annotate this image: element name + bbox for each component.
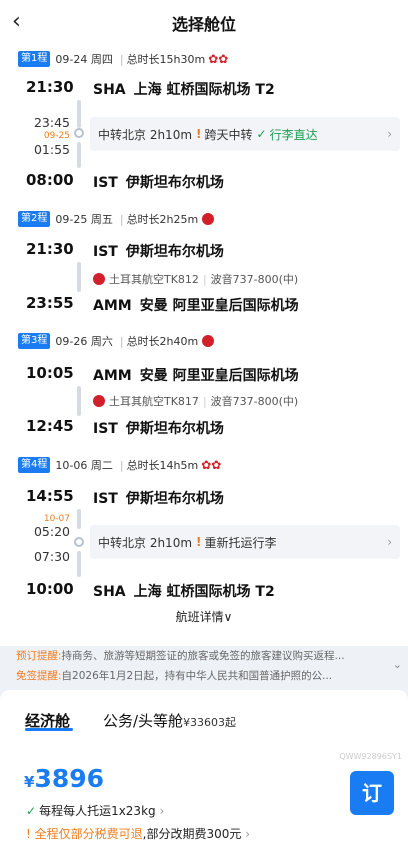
tab-business-first[interactable]: 公务/头等舱¥33603起 [103, 710, 236, 731]
turkish-airlines-logo-icon [93, 273, 105, 285]
air-china-logo-icon: ✿✿ [208, 52, 229, 66]
arrival-time: 10:00 [26, 580, 74, 598]
departure-airport: SHA 上海 虹桥国际机场 T2 [93, 82, 275, 98]
flight-info: 土耳其航空TK817 | 波音737-800(中) [93, 393, 298, 409]
departure-airport: IST 伊斯坦布尔机场 [93, 491, 224, 507]
route-line [77, 509, 81, 529]
segment-badge: 第4程 [18, 457, 51, 473]
divider: | [119, 52, 124, 66]
warning-icon: ! [196, 535, 202, 549]
divider: | [202, 272, 207, 286]
divider: | [119, 212, 124, 226]
date-change-badge: 10-07 [43, 514, 70, 524]
transfer-arrival-time: 23:45 [33, 115, 70, 130]
top-bar: ‹ 选择舱位 [0, 0, 408, 46]
watermark: QWW92896SY1 [339, 752, 402, 761]
segment-date: 09-25 周五 [55, 213, 113, 226]
aircraft-type: 波音737-800(中) [210, 395, 299, 408]
segment-badge: 第3程 [18, 333, 51, 349]
transfer-info-row[interactable]: 中转北京 2h10m ! 重新托运行李 › [90, 525, 400, 559]
segment-date: 10-06 周二 [55, 459, 113, 472]
arrival-airport: AMM 安曼 阿里亚皇后国际机场 [93, 298, 299, 314]
refund-policy[interactable]: ! 全程仅部分税费可退,部分改期费300元 › [26, 825, 250, 842]
flight-info: 土耳其航空TK812 | 波音737-800(中) [93, 271, 298, 287]
baggage-allowance[interactable]: ✓ 每程每人托运1x23kg › [26, 802, 164, 819]
transfer-arrival-time: 05:20 [33, 524, 70, 539]
transfer-city: 中转北京 2h10m [98, 535, 193, 550]
divider: | [202, 394, 207, 408]
segment-date: 09-26 周六 [55, 335, 113, 348]
divider: | [119, 334, 124, 348]
route-line [77, 100, 81, 128]
itinerary-card: 第1程 09-24 周四 | 总时长15h30m ✿✿ 21:30 SHA 上海 … [0, 46, 408, 646]
flight-number: 土耳其航空TK812 [109, 273, 199, 286]
chevron-right-icon: › [387, 127, 392, 141]
transfer-info-row[interactable]: 中转北京 2h10m ! 跨天中转 ✓ 行李直达 › [90, 117, 400, 151]
flight-number: 土耳其航空TK817 [109, 395, 199, 408]
warning-icon: ! [26, 827, 35, 841]
segment-duration: 总时长2h40m [126, 335, 199, 348]
segment-duration: 总时长2h25m [126, 213, 199, 226]
business-price: ¥33603起 [183, 716, 237, 729]
segment-duration: 总时长15h30m [126, 53, 206, 66]
segment-header: 第4程 10-06 周二 | 总时长14h5m ✿✿ [18, 456, 221, 474]
cabin-panel: 经济舱 公务/头等舱¥33603起 QWW92896SY1 ¥3896 订 ✓ 每… [0, 690, 408, 850]
departure-airport: AMM 安曼 阿里亚皇后国际机场 [93, 368, 299, 384]
arrival-time: 12:45 [26, 417, 74, 435]
fare-price: ¥3896 [24, 764, 105, 793]
segment-badge: 第2程 [18, 211, 51, 227]
turkish-airlines-logo-icon [202, 335, 215, 347]
arrival-time: 08:00 [26, 171, 74, 189]
notice-section: 预订提醒:持商务、旅游等短期签证的旅客或免签的旅客建议购买返程... 免签提醒:… [0, 646, 408, 688]
check-icon: ✓ [26, 804, 37, 818]
transfer-dot-icon [74, 537, 84, 547]
page-title: 选择舱位 [171, 15, 236, 34]
transfer-city: 中转北京 2h10m [98, 127, 193, 142]
departure-airport: IST 伊斯坦布尔机场 [93, 244, 224, 260]
route-line [77, 551, 81, 577]
departure-time: 10:05 [26, 364, 74, 382]
transfer-departure-time: 01:55 [33, 142, 70, 157]
turkish-airlines-logo-icon [93, 395, 105, 407]
visa-notice[interactable]: 免签提醒:自2026年1月2日起，持有中华人民共和国普通护照的公... [16, 668, 388, 683]
book-button[interactable]: 订 [350, 771, 394, 815]
warning-icon: ! [196, 127, 202, 141]
route-line [77, 142, 81, 168]
route-line [77, 262, 81, 292]
chevron-right-icon: › [387, 535, 392, 549]
arrival-time: 23:55 [26, 294, 74, 312]
date-change-badge: 09-25 [43, 131, 70, 141]
segment-header: 第1程 09-24 周四 | 总时长15h30m ✿✿ [18, 50, 228, 68]
segment-duration: 总时长14h5m [126, 459, 199, 472]
arrival-airport: SHA 上海 虹桥国际机场 T2 [93, 584, 275, 600]
departure-time: 21:30 [26, 240, 74, 258]
arrival-airport: IST 伊斯坦布尔机场 [93, 175, 224, 191]
aircraft-type: 波音737-800(中) [210, 273, 299, 286]
segment-date: 09-24 周四 [55, 53, 113, 66]
chevron-down-icon[interactable]: ⌄ [393, 658, 402, 671]
arrival-airport: IST 伊斯坦布尔机场 [93, 421, 224, 437]
transfer-warning: 重新托运行李 [204, 535, 277, 550]
departure-time: 14:55 [26, 487, 74, 505]
transfer-dot-icon [74, 128, 84, 138]
booking-notice[interactable]: 预订提醒:持商务、旅游等短期签证的旅客或免签的旅客建议购买返程... [16, 648, 388, 663]
baggage-through: 行李直达 [269, 127, 318, 142]
fare-card[interactable]: QWW92896SY1 ¥3896 订 ✓ 每程每人托运1x23kg › ! 全程… [10, 750, 408, 850]
check-icon: ✓ [256, 127, 267, 141]
turkish-airlines-logo-icon [202, 213, 215, 225]
segment-badge: 第1程 [18, 51, 51, 67]
air-china-logo-icon: ✿✿ [201, 458, 222, 472]
flight-details-link[interactable]: 航班详情∨ [0, 608, 408, 625]
segment-header: 第2程 09-25 周五 | 总时长2h25m [18, 210, 215, 228]
segment-header: 第3程 09-26 周六 | 总时长2h40m [18, 332, 215, 350]
divider: | [119, 458, 124, 472]
departure-time: 21:30 [26, 78, 74, 96]
route-line [77, 386, 81, 416]
transfer-departure-time: 07:30 [33, 549, 70, 564]
active-tab-indicator [25, 728, 73, 731]
transfer-warning: 跨天中转 [204, 127, 253, 142]
